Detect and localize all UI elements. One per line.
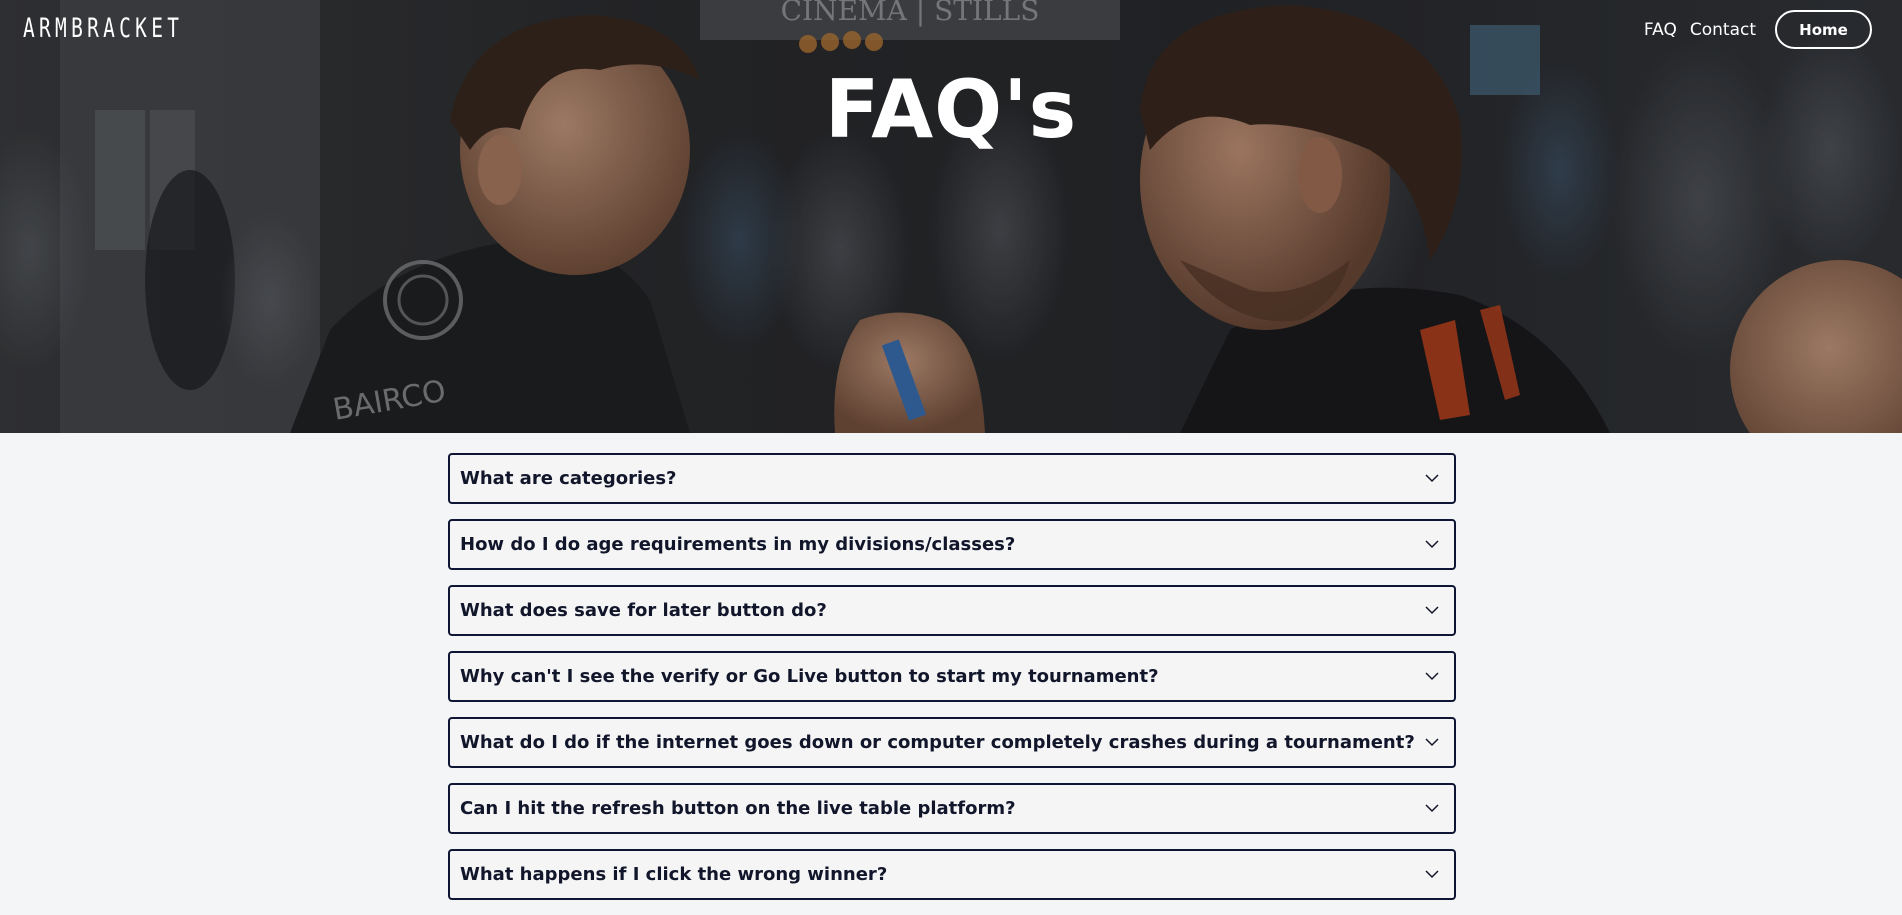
faq-item[interactable]: What do I do if the internet goes down o… [448, 717, 1456, 768]
chevron-down-icon[interactable] [1424, 801, 1440, 817]
faq-item[interactable]: What are categories? [448, 453, 1456, 504]
faq-question: What happens if I click the wrong winner… [460, 864, 888, 885]
page-title: FAQ's [824, 63, 1078, 156]
faq-item[interactable]: What does save for later button do? [448, 585, 1456, 636]
nav-link-contact[interactable]: Contact [1690, 20, 1756, 40]
chevron-down-icon[interactable] [1424, 471, 1440, 487]
faq-question: What do I do if the internet goes down o… [460, 732, 1415, 753]
faq-item[interactable]: Can I hit the refresh button on the live… [448, 783, 1456, 834]
chevron-down-icon[interactable] [1424, 603, 1440, 619]
chevron-down-icon[interactable] [1424, 537, 1440, 553]
site-logo[interactable]: ARMBRACKET [23, 14, 183, 44]
chevron-down-icon[interactable] [1424, 867, 1440, 883]
hero-banner: CINEMA | STILLS BAIRCO ARMBRACKET FAQ Co… [0, 0, 1902, 433]
faq-item[interactable]: Why can't I see the verify or Go Live bu… [448, 651, 1456, 702]
faq-question: What are categories? [460, 468, 677, 489]
chevron-down-icon[interactable] [1424, 669, 1440, 685]
nav-link-faq[interactable]: FAQ [1644, 20, 1677, 40]
faq-list: What are categories? How do I do age req… [448, 453, 1456, 915]
home-button[interactable]: Home [1775, 10, 1872, 49]
top-nav: FAQ Contact Home [1631, 10, 1872, 49]
faq-question: Why can't I see the verify or Go Live bu… [460, 666, 1159, 687]
faq-question: What does save for later button do? [460, 600, 827, 621]
faq-item[interactable]: How do I do age requirements in my divis… [448, 519, 1456, 570]
faq-question: Can I hit the refresh button on the live… [460, 798, 1016, 819]
faq-item[interactable]: What happens if I click the wrong winner… [448, 849, 1456, 900]
chevron-down-icon[interactable] [1424, 735, 1440, 751]
faq-question: How do I do age requirements in my divis… [460, 534, 1016, 555]
